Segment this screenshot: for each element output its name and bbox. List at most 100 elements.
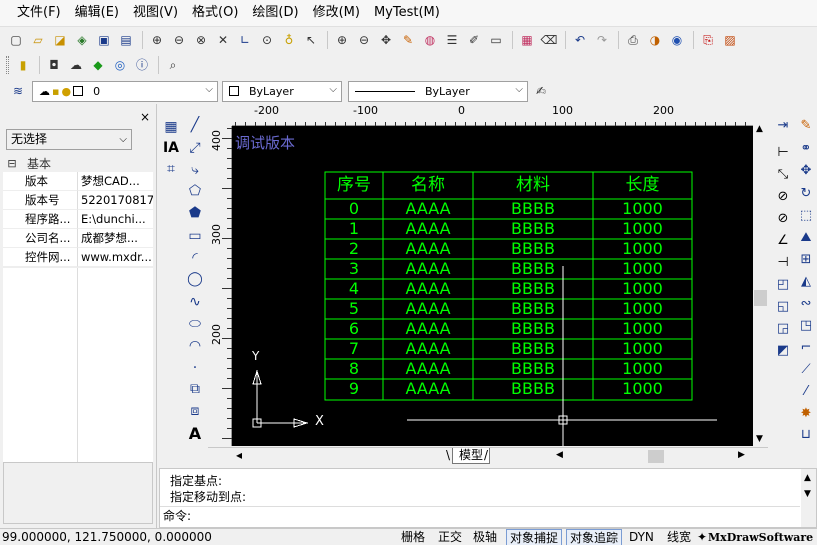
undo-icon[interactable]: ↶	[570, 30, 590, 50]
scroll-thumb[interactable]	[754, 290, 767, 306]
arc-icon[interactable]: ◜	[184, 249, 206, 267]
rotate-icon[interactable]: ↻	[796, 185, 816, 203]
close-icon[interactable]: ×	[140, 110, 150, 124]
pan-icon[interactable]: ✥	[376, 30, 396, 50]
scroll-right-icon[interactable]: ▶	[738, 450, 745, 460]
block-make-icon[interactable]: ⧈	[184, 402, 206, 420]
zoom-window-icon[interactable]: ⊖	[169, 30, 189, 50]
pick-icon[interactable]: ↖	[301, 30, 321, 50]
erase-icon[interactable]: ⌫	[539, 30, 559, 50]
scroll-up-icon[interactable]: ▲	[756, 124, 763, 134]
property-row[interactable]: 公司名... 成都梦想...	[3, 229, 153, 248]
edit-block-icon[interactable]: ⊔	[796, 426, 816, 444]
ucs-icon[interactable]: ∟	[235, 30, 255, 50]
offset-icon[interactable]: ◰	[773, 276, 793, 294]
pencil-icon[interactable]: ✎	[398, 30, 418, 50]
redo-icon[interactable]: ↷	[592, 30, 612, 50]
drawing-canvas[interactable]: 调试版本 Y X 序号 名称 材料 长度 0 AAAA BBBB 1000 1 AAAA BBBB 1…	[232, 126, 753, 446]
block-insert-icon[interactable]: ⧉	[184, 380, 206, 398]
browse-icon[interactable]: ◈	[72, 30, 92, 50]
property-row[interactable]: 控件网... www.mxdr...	[3, 248, 153, 267]
pdf-icon[interactable]: ⎘	[698, 30, 718, 50]
menu-format[interactable]: 格式(O)	[185, 0, 245, 26]
vertical-scrollbar[interactable]: ▲ ▼	[753, 104, 768, 448]
break-icon[interactable]: ◳	[796, 317, 816, 335]
table-icon[interactable]: ▦	[160, 118, 182, 136]
construction-line-icon[interactable]: ⤢	[184, 139, 206, 157]
status-polar-button[interactable]: 极轴	[470, 529, 500, 545]
array-icon[interactable]: ⊞	[796, 251, 816, 269]
polyline-icon[interactable]: ⤷	[184, 161, 206, 179]
status-lineweight-button[interactable]: 线宽	[664, 529, 694, 545]
lineweight-icon[interactable]: ✍	[531, 81, 551, 101]
rectangle-icon[interactable]: ▭	[184, 227, 206, 245]
trim-icon[interactable]: ∾	[796, 295, 816, 313]
scale-icon[interactable]: ⬚	[796, 207, 816, 225]
text-icon[interactable]: A	[184, 425, 206, 443]
layer-manager-icon[interactable]: ≋	[8, 81, 28, 101]
property-row[interactable]: 版本 梦想CAD...	[3, 172, 153, 191]
dim-aligned-icon[interactable]: ⤡	[773, 166, 793, 184]
save-as-icon[interactable]: ▤	[116, 30, 136, 50]
pentagon-icon[interactable]: ⬟	[184, 204, 206, 222]
menu-edit[interactable]: 编辑(E)	[68, 0, 126, 26]
stretch-icon[interactable]: ⛰	[796, 229, 816, 247]
property-row[interactable]: 程序路... E:\dunchi...	[3, 210, 153, 229]
explode-icon[interactable]: ⟋	[796, 361, 816, 379]
status-dyn-button[interactable]: DYN	[626, 529, 657, 545]
command-scrollbar[interactable]: ▲ ▼	[801, 469, 816, 527]
camera-icon[interactable]: ◘	[44, 55, 64, 75]
status-ortho-button[interactable]: 正交	[435, 529, 465, 545]
command-input[interactable]: 命令:	[160, 506, 800, 525]
find-icon[interactable]: ⌕	[163, 55, 183, 75]
zoom-scale-icon[interactable]: ✕	[213, 30, 233, 50]
selection-dropdown[interactable]: 无选择 ⌵	[6, 129, 132, 150]
menu-view[interactable]: 视图(V)	[126, 0, 185, 26]
print-icon[interactable]: ⎙	[623, 30, 643, 50]
zoom-extents-icon[interactable]: ⊗	[191, 30, 211, 50]
menu-file[interactable]: 文件(F)	[10, 0, 68, 26]
spline-icon[interactable]: ∿	[184, 293, 206, 311]
lengthen-icon[interactable]: ⁄	[796, 383, 816, 401]
scroll-left-icon[interactable]: ◀	[556, 450, 563, 460]
chamfer-icon[interactable]: ⌐	[796, 339, 816, 357]
copy-object-icon[interactable]: ⚭	[796, 140, 816, 158]
toolbar-grip[interactable]	[6, 56, 9, 74]
light-bulb-icon[interactable]: ♁	[279, 30, 299, 50]
hscroll-thumb[interactable]	[648, 450, 664, 463]
zoom-center-icon[interactable]: ⊙	[257, 30, 277, 50]
dim-angular-icon[interactable]: ∠	[773, 232, 793, 250]
brush-icon[interactable]: ✐	[464, 30, 484, 50]
pencil-edit-icon[interactable]: ✎	[796, 117, 816, 135]
open-file-icon[interactable]: ▱	[28, 30, 48, 50]
status-otrack-button[interactable]: 对象追踪	[566, 529, 623, 545]
status-osnap-button[interactable]: 对象捕捉	[506, 529, 563, 545]
ellipse-icon[interactable]: ⬭	[184, 315, 206, 333]
menu-modify[interactable]: 修改(M)	[306, 0, 367, 26]
line-tool-icon[interactable]: ╱	[184, 116, 206, 134]
circle-icon[interactable]: ◯	[184, 270, 206, 288]
palette-icon[interactable]: ◍	[420, 30, 440, 50]
layer-select[interactable]: ☁ ▪ ● 0 ⌵	[32, 80, 218, 102]
property-row[interactable]: 版本号 5220170817	[3, 191, 153, 210]
dim-baseline-icon[interactable]: ⊣	[773, 254, 793, 272]
render-icon[interactable]: ◑	[645, 30, 665, 50]
scroll-down-icon[interactable]: ▼	[756, 434, 763, 444]
text-style-icon[interactable]: IA	[160, 139, 182, 157]
zoom-in-icon[interactable]: ⊕	[332, 30, 352, 50]
image-export-icon[interactable]: ▨	[720, 30, 740, 50]
explode-star-icon[interactable]: ✸	[796, 405, 816, 423]
new-file-icon[interactable]: ▢	[6, 30, 26, 50]
move-icon[interactable]: ✥	[796, 162, 816, 180]
join-icon[interactable]: ◲	[773, 320, 793, 338]
properties-icon[interactable]: ☰	[442, 30, 462, 50]
grid-tool-icon[interactable]: ▦	[517, 30, 537, 50]
snap-endpoint-icon[interactable]: ⇥	[773, 117, 793, 135]
property-category[interactable]: ⊟ 基本	[3, 154, 153, 172]
extend-icon[interactable]: ◱	[773, 298, 793, 316]
globe-icon[interactable]: ◉	[667, 30, 687, 50]
script-icon[interactable]: ▮	[13, 55, 33, 75]
zoom-out-icon[interactable]: ⊖	[354, 30, 374, 50]
linetype-select[interactable]: ByLayer ⌵	[348, 80, 528, 102]
color-select[interactable]: ByLayer ⌵	[222, 80, 342, 102]
